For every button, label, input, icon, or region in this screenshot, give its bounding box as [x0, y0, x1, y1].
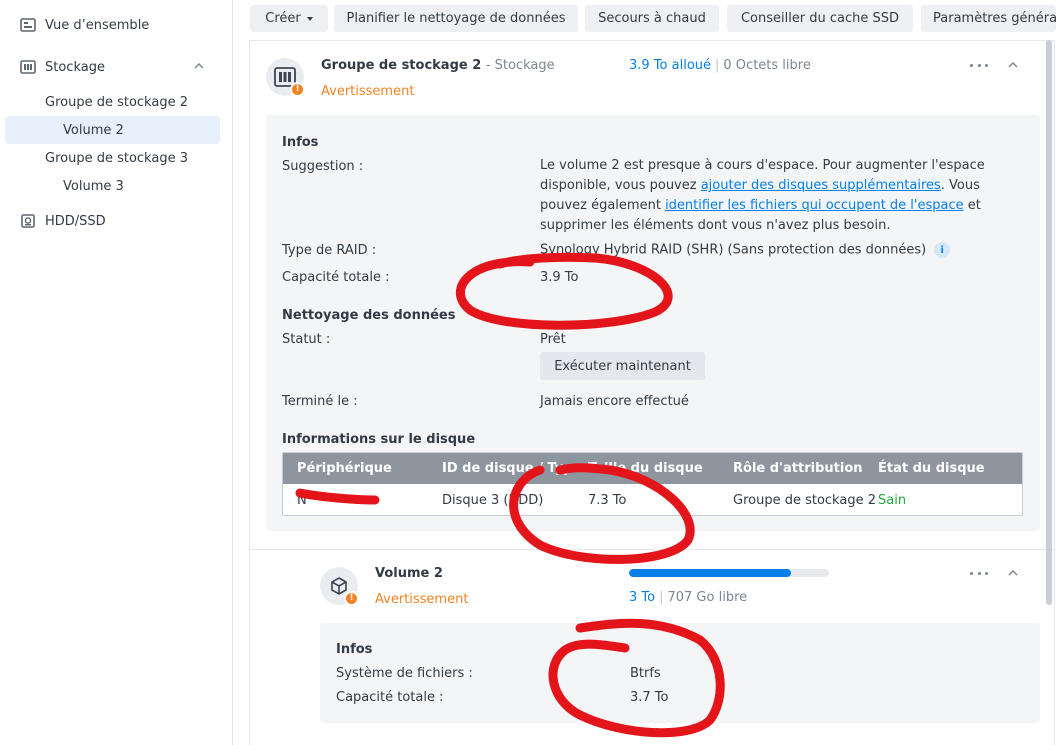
role-cell: Groupe de stockage 2 — [733, 493, 876, 508]
sidebar-item-volume2[interactable]: Volume 2 — [5, 116, 220, 144]
volume-info-heading: Infos — [336, 642, 373, 657]
volume-usage-bar — [629, 569, 829, 577]
sidebar-item-label: Vue d’ensemble — [45, 17, 150, 33]
pool-allocated: 3.9 To alloué — [629, 58, 712, 73]
warning-icon: ! — [344, 591, 359, 606]
sidebar: Vue d’ensemble Stockage Groupe de stocka… — [0, 0, 233, 745]
capacity-label: Capacité totale : — [282, 270, 390, 285]
collapse-chevron-icon[interactable] — [1007, 567, 1019, 579]
volume-usage-fill — [629, 569, 791, 577]
run-now-button[interactable]: Exécuter maintenant — [540, 352, 705, 380]
scrub-status-value: Prêt — [540, 332, 566, 347]
pool-subtitle: - Stockage — [485, 58, 555, 73]
info-heading: Infos — [282, 135, 319, 150]
usage-separator: | — [659, 590, 664, 605]
suggestion-text: Le volume 2 est presque à cours d'espace… — [540, 156, 1000, 236]
create-button-label: Créer — [265, 11, 301, 26]
pool-title-text: Groupe de stockage 2 — [321, 58, 482, 73]
storage-pool-icon: ! — [266, 58, 305, 97]
volume-capacity-label: Capacité totale : — [336, 690, 444, 705]
allocation-separator: | — [715, 58, 720, 73]
sidebar-item-label: Volume 2 — [63, 122, 124, 138]
volume-used: 3 To — [629, 590, 656, 605]
suggestion-label: Suggestion : — [282, 159, 364, 174]
warning-icon: ! — [290, 82, 305, 97]
storage-icon — [20, 59, 36, 75]
disk-state-cell: Sain — [878, 493, 907, 508]
raid-type-label: Type de RAID : — [282, 243, 377, 258]
identify-files-link[interactable]: identifier les fichiers qui occupent de … — [665, 198, 964, 213]
more-options-icon[interactable] — [970, 570, 988, 576]
device-cell: N — [297, 493, 307, 508]
volume-title: Volume 2 — [375, 566, 443, 581]
schedule-scrub-button[interactable]: Planifier le nettoyage de données — [334, 5, 578, 32]
storage-pool-panel: ! Groupe de stockage 2 - Stockage Averti… — [249, 40, 1055, 745]
sidebar-item-storage[interactable]: Stockage — [0, 53, 232, 81]
pool-status-warning: Avertissement — [321, 84, 415, 99]
filesystem-label: Système de fichiers : — [336, 666, 473, 681]
raid-type-value: Synology Hybrid RAID (SHR) (Sans protect… — [540, 242, 951, 258]
more-options-icon[interactable] — [970, 62, 988, 68]
sidebar-item-label: Groupe de stockage 3 — [45, 150, 188, 166]
sidebar-item-label: HDD/SSD — [45, 213, 106, 229]
collapse-chevron-icon[interactable] — [1007, 59, 1019, 71]
toolbar: Créer Planifier le nettoyage de données … — [233, 0, 1056, 36]
ssd-cache-advisor-label: Conseiller du cache SSD — [740, 11, 900, 26]
column-header-state[interactable]: État du disque — [878, 461, 985, 476]
disk-info-heading: Informations sur le disque — [282, 432, 476, 447]
volume-status-warning: Avertissement — [375, 592, 469, 607]
filesystem-value: Btrfs — [630, 666, 661, 681]
sidebar-item-pool3[interactable]: Groupe de stockage 3 — [45, 144, 188, 172]
column-header-device[interactable]: Périphérique — [297, 461, 392, 476]
overview-icon — [20, 17, 36, 33]
run-now-label: Exécuter maintenant — [554, 358, 691, 374]
section-divider — [250, 549, 1054, 550]
capacity-value: 3.9 To — [540, 270, 579, 285]
disk-table-header: Périphérique ID de disque / Type Taille … — [283, 453, 1022, 484]
chevron-up-icon[interactable] — [192, 59, 206, 73]
finished-value: Jamais encore effectué — [540, 394, 689, 409]
sidebar-item-volume3[interactable]: Volume 3 — [63, 172, 124, 200]
hot-spare-label: Secours à chaud — [598, 11, 706, 26]
scrollbar[interactable] — [1046, 40, 1052, 605]
disk-table: Périphérique ID de disque / Type Taille … — [282, 452, 1023, 516]
column-header-disk-id[interactable]: ID de disque / Type — [442, 461, 581, 476]
caret-down-icon — [306, 16, 313, 21]
data-scrubbing-heading: Nettoyage des données — [282, 308, 456, 323]
global-settings-label: Paramètres générau — [933, 11, 1056, 26]
column-header-role[interactable]: Rôle d'attribution — [733, 461, 863, 476]
hot-spare-button[interactable]: Secours à chaud — [585, 5, 719, 32]
sidebar-item-label: Stockage — [45, 59, 105, 75]
sidebar-item-label: Volume 3 — [63, 178, 124, 194]
sidebar-item-overview[interactable]: Vue d’ensemble — [0, 11, 232, 39]
sidebar-item-hddssd[interactable]: HDD/SSD — [0, 207, 232, 235]
sidebar-item-label: Groupe de stockage 2 — [45, 94, 188, 110]
scrub-status-label: Statut : — [282, 332, 331, 347]
hdd-icon — [20, 213, 36, 229]
column-header-disk-size[interactable]: Taille du disque — [588, 461, 703, 476]
global-settings-button[interactable]: Paramètres générau — [921, 5, 1056, 32]
disk-size-cell: 7.3 To — [588, 493, 627, 508]
disk-id-cell: Disque 3 (HDD) — [442, 493, 544, 508]
schedule-scrub-label: Planifier le nettoyage de données — [346, 11, 566, 26]
create-button[interactable]: Créer — [250, 5, 328, 32]
volume-capacity-value: 3.7 To — [630, 690, 669, 705]
add-disks-link[interactable]: ajouter des disques supplémentaires — [701, 178, 941, 193]
pool-allocation: 3.9 To alloué | 0 Octets libre — [629, 58, 811, 73]
pool-title: Groupe de stockage 2 - Stockage — [321, 58, 555, 73]
ssd-cache-advisor-button[interactable]: Conseiller du cache SSD — [727, 5, 913, 32]
volume-usage: 3 To | 707 Go libre — [629, 590, 747, 605]
info-icon[interactable]: i — [934, 242, 951, 258]
sidebar-item-pool2[interactable]: Groupe de stockage 2 — [45, 88, 188, 116]
volume-free: 707 Go libre — [667, 590, 748, 605]
raid-type-text: Synology Hybrid RAID (SHR) (Sans protect… — [540, 242, 927, 258]
pool-free: 0 Octets libre — [723, 58, 811, 73]
volume-icon: ! — [320, 567, 359, 606]
finished-label: Terminé le : — [282, 394, 358, 409]
